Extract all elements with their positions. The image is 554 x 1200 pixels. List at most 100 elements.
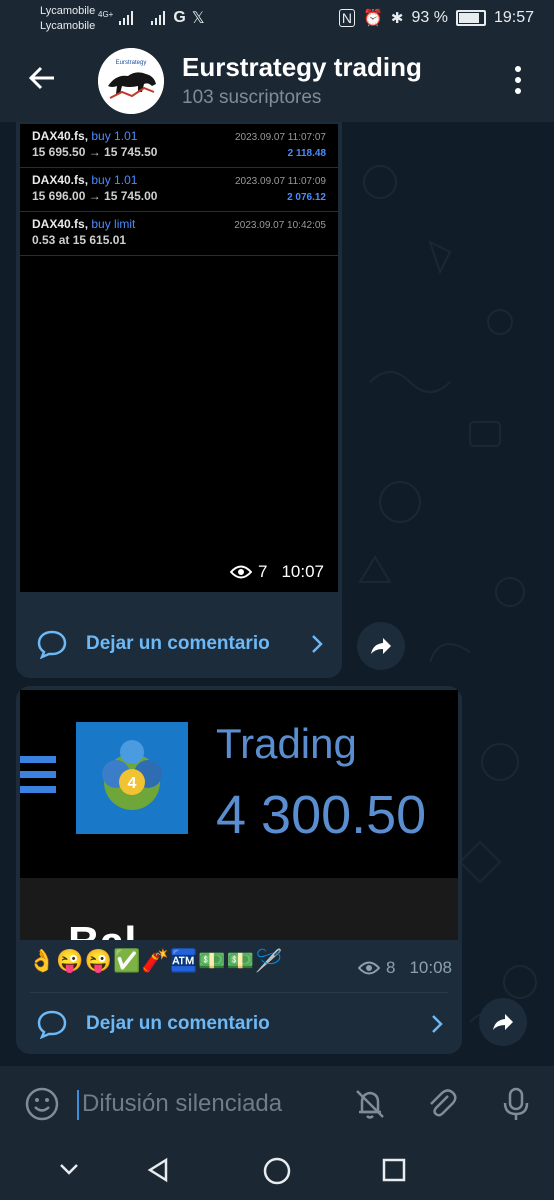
dot-icon bbox=[515, 88, 521, 94]
bell-off-icon bbox=[356, 1090, 384, 1119]
triangle-back-icon bbox=[147, 1157, 168, 1183]
message-bubble[interactable]: 4 Trading 4 300.50 Bal 👌😜😜✅🧨🏧💵💵🪡 8 10:08… bbox=[16, 686, 462, 1054]
metatrader-logo-icon: 4 bbox=[76, 722, 188, 834]
trade-symbol: DAX40.fs, buy 1.01 bbox=[32, 129, 137, 143]
circle-home-icon bbox=[263, 1157, 291, 1185]
message-input-bar: Difusión silenciada bbox=[0, 1066, 554, 1142]
microphone-icon bbox=[503, 1087, 529, 1120]
nfc-icon: N bbox=[338, 9, 355, 27]
smiley-icon bbox=[25, 1087, 59, 1121]
chevron-right-icon bbox=[312, 635, 323, 653]
trade-date: 2023.09.07 11:07:09 bbox=[234, 176, 326, 187]
network-type: 4G+ bbox=[98, 9, 114, 19]
microphone-button[interactable] bbox=[498, 1086, 534, 1127]
share-button[interactable] bbox=[479, 998, 527, 1046]
channel-title[interactable]: Eurstrategy trading bbox=[182, 52, 422, 83]
trading-value: 4 300.50 bbox=[216, 785, 427, 845]
status-bar: Lycamobile Lycamobile 4G+ G 𝕏 N ⏰ ✱ 93 %… bbox=[0, 0, 554, 40]
comment-button[interactable]: Dejar un comentario bbox=[16, 616, 342, 672]
share-button[interactable] bbox=[357, 622, 405, 670]
panther-logo-icon: Eurstrategy bbox=[98, 48, 164, 114]
status-icons-left: 4G+ G 𝕏 bbox=[98, 8, 205, 28]
subscriber-count: 103 suscriptores bbox=[182, 87, 322, 108]
alarm-icon: ⏰ bbox=[362, 10, 383, 27]
comment-label: Dejar un comentario bbox=[86, 633, 270, 654]
attach-button[interactable] bbox=[424, 1086, 460, 1127]
image-bottom-strip: Bal bbox=[20, 878, 458, 940]
message-meta: 7 10:07 bbox=[229, 562, 324, 582]
mute-button[interactable] bbox=[352, 1086, 388, 1127]
dot-icon bbox=[515, 66, 521, 72]
svg-text:Eurstrategy: Eurstrategy bbox=[116, 60, 147, 66]
comment-icon bbox=[37, 630, 67, 659]
bluetooth-icon: ✱ bbox=[390, 10, 404, 27]
dot-icon bbox=[515, 77, 521, 83]
signal-icon bbox=[151, 11, 166, 25]
hamburger-icon bbox=[20, 756, 56, 801]
square-recents-icon bbox=[382, 1158, 406, 1182]
trade-row: DAX40.fs, buy 1.01 15 696.00 → 15 745.00… bbox=[20, 168, 338, 212]
nav-recents-button[interactable] bbox=[380, 1156, 408, 1189]
message-meta: 8 10:08 bbox=[357, 958, 452, 978]
trade-action: buy 1.01 bbox=[91, 129, 138, 143]
carrier-2: Lycamobile bbox=[40, 20, 96, 32]
google-icon: G bbox=[173, 9, 186, 26]
system-nav-bar bbox=[0, 1142, 554, 1200]
view-count: 7 bbox=[257, 562, 268, 581]
chat-header: Eurstrategy Eurstrategy trading 103 susc… bbox=[0, 40, 554, 122]
eye-icon bbox=[229, 565, 252, 579]
trade-row: DAX40.fs, buy limit 0.53 at 15 615.01 20… bbox=[20, 212, 338, 256]
trade-symbol: DAX40.fs, buy 1.01 bbox=[32, 173, 137, 187]
message-bubble[interactable]: DAX40.fs, buy 1.01 15 695.50 → 15 745.50… bbox=[16, 122, 342, 678]
symbol-text: DAX40.fs, bbox=[32, 173, 89, 187]
chevron-down-icon bbox=[60, 1164, 78, 1175]
emoji-button[interactable] bbox=[24, 1086, 60, 1127]
trade-price: 15 695.50 → 15 745.50 bbox=[32, 145, 158, 159]
channel-avatar[interactable]: Eurstrategy bbox=[98, 48, 164, 114]
arrow-left-icon bbox=[28, 66, 54, 90]
x-icon: 𝕏 bbox=[191, 10, 205, 27]
comment-button[interactable]: Dejar un comentario bbox=[16, 996, 462, 1052]
balance-partial: Bal bbox=[68, 918, 136, 940]
carrier-1: Lycamobile bbox=[40, 5, 96, 17]
symbol-text: DAX40.fs, bbox=[32, 217, 89, 231]
battery-icon bbox=[455, 10, 486, 26]
battery-percent: 93 % bbox=[411, 9, 448, 26]
message-time: 10:07 bbox=[281, 562, 324, 581]
nav-back-button[interactable] bbox=[144, 1156, 172, 1189]
eye-icon bbox=[357, 961, 380, 975]
message-time: 10:08 bbox=[409, 958, 452, 977]
message-input[interactable]: Difusión silenciada bbox=[82, 1090, 282, 1118]
share-arrow-icon bbox=[371, 638, 391, 654]
trade-profit: 2 118.48 bbox=[287, 148, 326, 159]
nav-collapse-button[interactable] bbox=[56, 1156, 82, 1187]
trading-label: Trading bbox=[216, 720, 357, 767]
carrier-info: Lycamobile Lycamobile bbox=[40, 4, 95, 34]
share-arrow-icon bbox=[493, 1014, 513, 1030]
more-options-button[interactable] bbox=[514, 66, 522, 94]
trade-profit: 2 076.12 bbox=[287, 192, 326, 203]
trading-screenshot[interactable]: 4 Trading 4 300.50 Bal bbox=[20, 690, 458, 940]
trade-action: buy limit bbox=[91, 217, 136, 231]
view-count: 8 bbox=[385, 958, 396, 977]
trade-symbol: DAX40.fs, buy limit bbox=[32, 217, 135, 231]
trade-date: 2023.09.07 10:42:05 bbox=[234, 220, 326, 231]
divider bbox=[30, 992, 448, 993]
nav-home-button[interactable] bbox=[262, 1156, 292, 1191]
trade-price: 15 696.00 → 15 745.00 bbox=[32, 189, 158, 203]
text-caret bbox=[77, 1090, 79, 1120]
chevron-right-icon bbox=[432, 1015, 443, 1033]
chat-area[interactable]: DAX40.fs, buy 1.01 15 695.50 → 15 745.50… bbox=[0, 122, 554, 1066]
clock: 19:57 bbox=[493, 9, 534, 26]
signal-icon bbox=[119, 11, 134, 25]
trade-action: buy 1.01 bbox=[91, 173, 138, 187]
back-button[interactable] bbox=[28, 64, 56, 100]
trade-date: 2023.09.07 11:07:07 bbox=[234, 132, 326, 143]
trade-history-screenshot[interactable]: DAX40.fs, buy 1.01 15 695.50 → 15 745.50… bbox=[20, 124, 338, 592]
svg-text:4: 4 bbox=[128, 775, 137, 792]
symbol-text: DAX40.fs, bbox=[32, 129, 89, 143]
trade-row: DAX40.fs, buy 1.01 15 695.50 → 15 745.50… bbox=[20, 124, 338, 168]
status-icons-right: N ⏰ ✱ 93 % 19:57 bbox=[338, 8, 534, 28]
comment-icon bbox=[37, 1010, 67, 1039]
comment-label: Dejar un comentario bbox=[86, 1013, 270, 1034]
